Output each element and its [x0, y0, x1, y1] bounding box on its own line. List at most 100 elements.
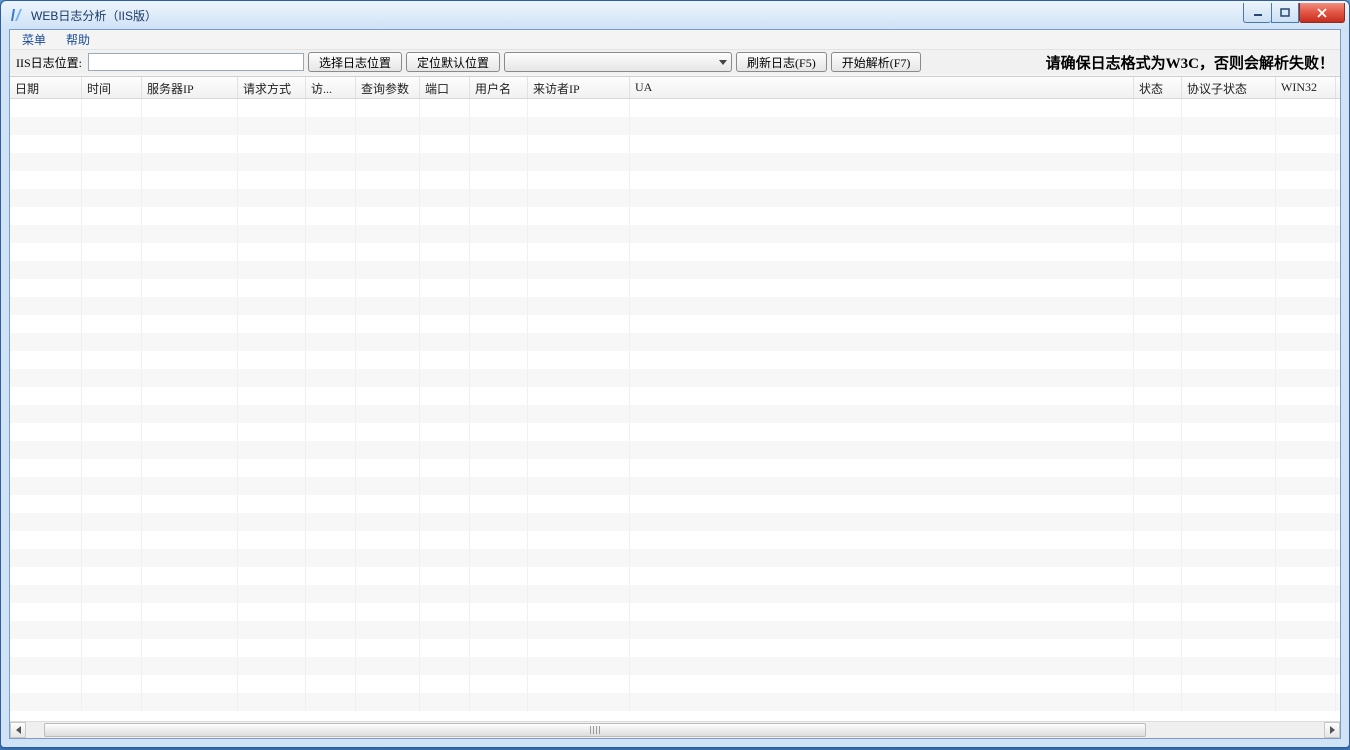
cell — [356, 261, 420, 279]
cell — [356, 693, 420, 711]
cell — [1276, 135, 1336, 153]
choose-path-button[interactable]: 选择日志位置 — [308, 52, 402, 72]
cell — [630, 531, 1134, 549]
listview-header[interactable]: 日期时间服务器IP请求方式访...查询参数端口用户名来访者IPUA状态协议子状态… — [10, 77, 1340, 99]
cell — [306, 495, 356, 513]
cell — [1134, 693, 1182, 711]
cell — [420, 261, 470, 279]
column-header[interactable]: 协议子状态 — [1182, 77, 1276, 98]
cell — [82, 207, 142, 225]
table-row[interactable] — [10, 135, 1340, 153]
table-row[interactable] — [10, 423, 1340, 441]
column-header[interactable]: 日期 — [10, 77, 82, 98]
table-row[interactable] — [10, 693, 1340, 711]
table-row[interactable] — [10, 459, 1340, 477]
column-header[interactable]: 请求方式 — [238, 77, 306, 98]
table-row[interactable] — [10, 531, 1340, 549]
log-file-combo[interactable] — [504, 52, 732, 72]
table-row[interactable] — [10, 495, 1340, 513]
table-row[interactable] — [10, 639, 1340, 657]
cell — [1134, 477, 1182, 495]
cell — [1276, 513, 1336, 531]
start-button[interactable]: 开始解析(F7) — [831, 52, 922, 72]
cell — [1134, 657, 1182, 675]
table-row[interactable] — [10, 387, 1340, 405]
table-row[interactable] — [10, 171, 1340, 189]
table-row[interactable] — [10, 315, 1340, 333]
table-row[interactable] — [10, 225, 1340, 243]
cell — [306, 675, 356, 693]
table-row[interactable] — [10, 207, 1340, 225]
column-header[interactable]: 服务器IP — [142, 77, 238, 98]
table-row[interactable] — [10, 603, 1340, 621]
column-header[interactable]: UA — [630, 77, 1134, 98]
scroll-left-button[interactable] — [10, 722, 26, 738]
table-row[interactable] — [10, 657, 1340, 675]
listview-body[interactable] — [10, 99, 1340, 722]
table-row[interactable] — [10, 153, 1340, 171]
menu-help[interactable]: 帮助 — [58, 30, 98, 49]
default-path-button[interactable]: 定位默认位置 — [406, 52, 500, 72]
maximize-button[interactable] — [1271, 3, 1299, 23]
cell — [1134, 567, 1182, 585]
horizontal-scrollbar[interactable] — [10, 721, 1340, 738]
scroll-track[interactable] — [26, 722, 1324, 738]
table-row[interactable] — [10, 189, 1340, 207]
cell — [630, 207, 1134, 225]
table-row[interactable] — [10, 297, 1340, 315]
column-header[interactable]: WIN32 — [1276, 77, 1336, 98]
cell — [528, 99, 630, 117]
cell — [1182, 441, 1276, 459]
table-row[interactable] — [10, 585, 1340, 603]
chevron-down-icon — [719, 60, 727, 65]
table-row[interactable] — [10, 441, 1340, 459]
cell — [630, 567, 1134, 585]
cell — [82, 261, 142, 279]
menu-main[interactable]: 菜单 — [14, 30, 54, 49]
cell — [630, 297, 1134, 315]
cell — [1134, 585, 1182, 603]
menubar: 菜单 帮助 — [10, 30, 1340, 50]
column-header[interactable]: 来访者IP — [528, 77, 630, 98]
cell — [1134, 423, 1182, 441]
table-row[interactable] — [10, 477, 1340, 495]
table-row[interactable] — [10, 549, 1340, 567]
scroll-right-button[interactable] — [1324, 722, 1340, 738]
table-row[interactable] — [10, 369, 1340, 387]
column-header[interactable]: 查询参数 — [356, 77, 420, 98]
cell — [420, 621, 470, 639]
minimize-button[interactable] — [1243, 3, 1271, 23]
close-button[interactable] — [1299, 3, 1345, 23]
table-row[interactable] — [10, 243, 1340, 261]
cell — [356, 369, 420, 387]
column-header[interactable]: 端口 — [420, 77, 470, 98]
column-header[interactable]: 时间 — [82, 77, 142, 98]
table-row[interactable] — [10, 567, 1340, 585]
table-row[interactable] — [10, 405, 1340, 423]
cell — [1182, 675, 1276, 693]
table-row[interactable] — [10, 99, 1340, 117]
table-row[interactable] — [10, 621, 1340, 639]
table-row[interactable] — [10, 279, 1340, 297]
cell — [470, 423, 528, 441]
scroll-thumb[interactable] — [44, 723, 1146, 737]
titlebar[interactable]: WEB日志分析（IIS版） — [1, 1, 1349, 29]
table-row[interactable] — [10, 261, 1340, 279]
cell — [142, 243, 238, 261]
cell — [306, 459, 356, 477]
table-row[interactable] — [10, 513, 1340, 531]
table-row[interactable] — [10, 675, 1340, 693]
log-path-input[interactable] — [88, 53, 304, 71]
table-row[interactable] — [10, 117, 1340, 135]
table-row[interactable] — [10, 351, 1340, 369]
cell — [420, 423, 470, 441]
refresh-button[interactable]: 刷新日志(F5) — [736, 52, 827, 72]
cell — [1182, 477, 1276, 495]
column-header[interactable]: 访... — [306, 77, 356, 98]
column-header[interactable]: 状态 — [1134, 77, 1182, 98]
cell — [470, 603, 528, 621]
cell — [1182, 531, 1276, 549]
column-header[interactable]: 用户名 — [470, 77, 528, 98]
cell — [10, 225, 82, 243]
table-row[interactable] — [10, 333, 1340, 351]
